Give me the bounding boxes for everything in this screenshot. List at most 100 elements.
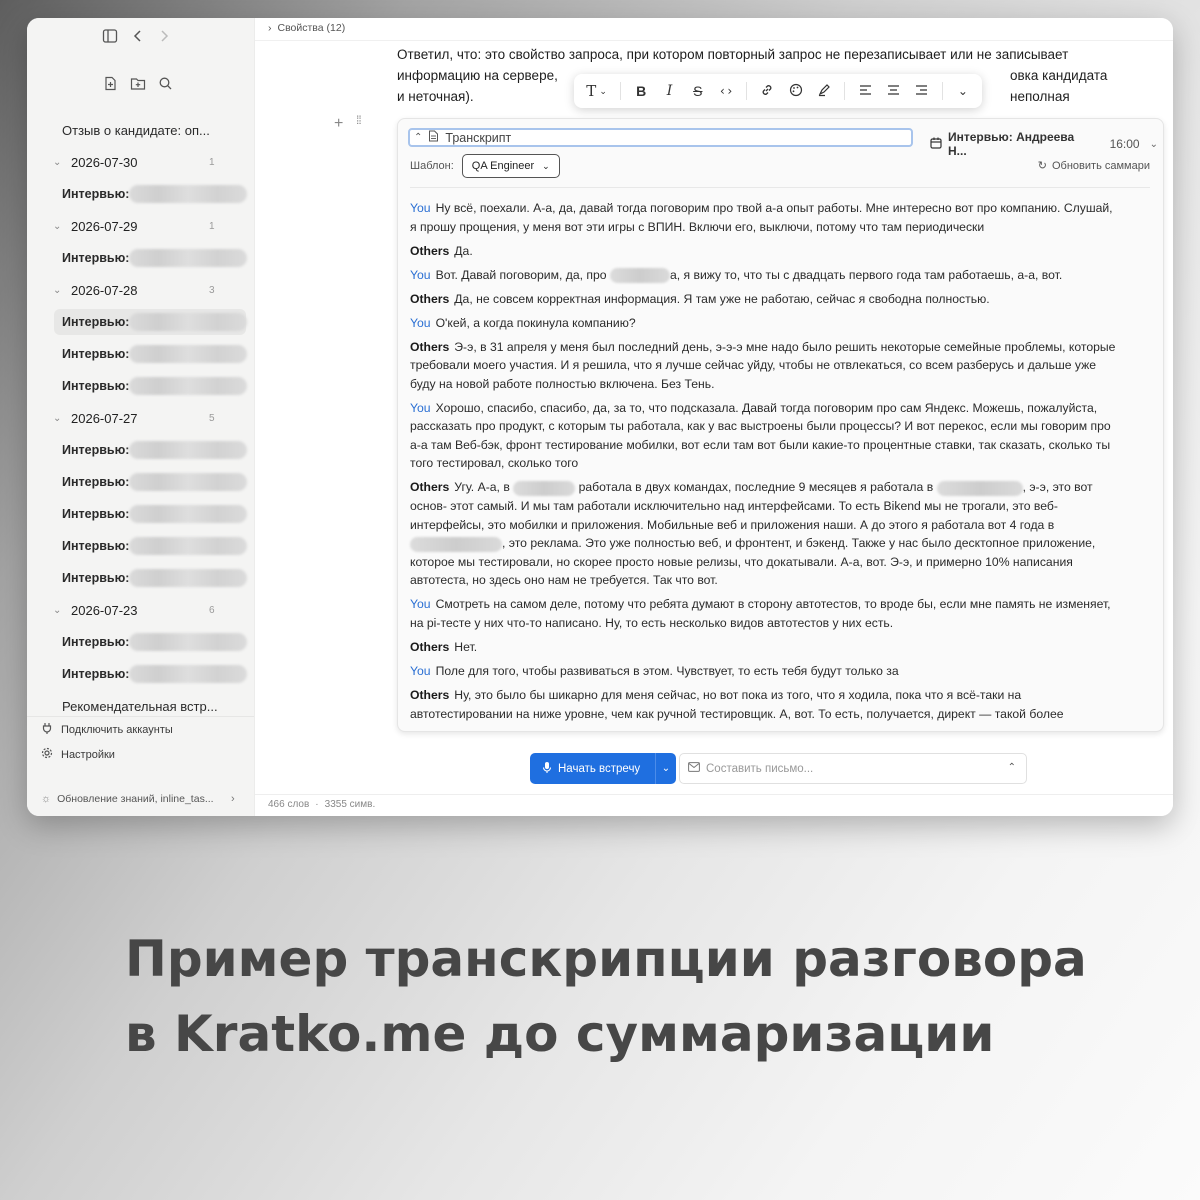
- sidebar-item-interview[interactable]: Интервью:: [27, 434, 254, 466]
- sidebar-item-interview[interactable]: Интервью:: [27, 370, 254, 402]
- sidebar-item-label: Отзыв о кандидате: оп...: [62, 122, 210, 138]
- add-block-icon[interactable]: +: [334, 115, 343, 133]
- align-right-button[interactable]: [911, 78, 933, 104]
- sidebar-item-interview-active[interactable]: Интервью:: [27, 306, 254, 338]
- redacted-name: [129, 345, 247, 363]
- message-text: Хорошо, спасибо, спасибо, да, за то, что…: [410, 400, 1111, 471]
- link-icon: [760, 83, 774, 100]
- sidebar-item-interview[interactable]: Интервью:: [27, 498, 254, 530]
- transcript-body[interactable]: You Ну всё, поехали. А-а, да, давай тогда…: [410, 199, 1122, 729]
- transcript-message: You Поле для того, чтобы развиваться в эт…: [410, 662, 1122, 681]
- meeting-time: 16:00: [1109, 137, 1140, 151]
- sidebar-date-group[interactable]: ⌄ 2026-07-28 3: [27, 274, 254, 306]
- divider: [255, 794, 1173, 795]
- code-button[interactable]: ‹›: [715, 78, 737, 104]
- transcript-title-field[interactable]: ⌃ Транскрипт: [408, 128, 913, 147]
- redacted-company: [936, 480, 1023, 496]
- drag-handle-icon[interactable]: ⁞⁞: [356, 114, 362, 126]
- sidebar-item-label: Интервью:: [62, 539, 130, 553]
- highlighter-icon: [817, 83, 831, 100]
- sidebar-item-candidate-review[interactable]: Отзыв о кандидате: оп...: [27, 114, 254, 146]
- connect-accounts-label: Подключить аккаунты: [61, 723, 173, 736]
- message-text: Да.: [454, 243, 473, 258]
- align-center-button[interactable]: [882, 78, 904, 104]
- sidebar-item-interview[interactable]: Интервью:: [27, 242, 254, 274]
- properties-toggle[interactable]: › Свойства (12): [268, 22, 345, 34]
- speaker-label: Others: [410, 243, 450, 258]
- format-toolbar: T ⌄ B I S ‹› ⌄: [574, 74, 982, 108]
- caption: Пример транскрипции разговора в Kratko.m…: [125, 922, 1125, 1072]
- speaker-label: Others: [410, 639, 450, 654]
- knowledge-update-status[interactable]: ☼ Обновление знаний, inline_tas... ›: [27, 788, 268, 810]
- sidebar-item-interview[interactable]: Интервью:: [27, 626, 254, 658]
- redacted-name: [129, 537, 247, 555]
- back-arrow-icon[interactable]: [132, 29, 144, 43]
- new-note-icon[interactable]: [103, 76, 118, 96]
- highlight-button[interactable]: [813, 78, 835, 104]
- sidebar-item-label: Интервью:: [62, 187, 130, 201]
- redacted-name: [129, 441, 247, 459]
- color-button[interactable]: [784, 78, 806, 104]
- sidebar-item-interview[interactable]: Интервью:: [27, 338, 254, 370]
- redacted-name: [129, 249, 247, 267]
- new-folder-icon[interactable]: [130, 76, 146, 96]
- sidebar-item-label: Интервью:: [62, 507, 130, 521]
- chevron-down-icon: ⌄: [53, 284, 62, 296]
- transcript-message: Others Ну, это было бы шикарно для меня с…: [410, 686, 1122, 723]
- sidebar-toggle-icon[interactable]: [102, 28, 118, 44]
- chevron-up-icon[interactable]: ⌃: [1008, 762, 1016, 773]
- link-button[interactable]: [756, 78, 778, 104]
- transcript-message: You Хорошо, спасибо, спасибо, да, за то, …: [410, 399, 1122, 473]
- gear-icon: [41, 747, 53, 762]
- sidebar-date-group[interactable]: ⌄ 2026-07-23 6: [27, 594, 254, 626]
- align-left-button[interactable]: [854, 78, 876, 104]
- message-text: Э-э, в 31 апреля у меня был последний де…: [410, 339, 1116, 391]
- connect-accounts-button[interactable]: Подключить аккаунты: [27, 717, 254, 742]
- text-style-dropdown[interactable]: T ⌄: [582, 78, 611, 104]
- status-text: Обновление знаний, inline_tas...: [57, 793, 214, 805]
- chevron-right-icon: ›: [231, 793, 235, 805]
- meeting-actions: Начать встречу ⌄ Составить письмо... ⌃: [530, 753, 1027, 785]
- sidebar-item-interview[interactable]: Интервью:: [27, 562, 254, 594]
- sidebar-date-group[interactable]: ⌄ 2026-07-30 1: [27, 146, 254, 178]
- italic-button[interactable]: I: [658, 78, 680, 104]
- sidebar-item-interview[interactable]: Интервью:: [27, 658, 254, 690]
- redacted-name: [129, 185, 247, 203]
- group-count: 1: [209, 156, 215, 168]
- settings-button[interactable]: Настройки: [27, 742, 254, 767]
- search-icon[interactable]: [158, 76, 173, 96]
- redacted-name: [129, 505, 247, 523]
- chevron-down-icon: ⌄: [599, 85, 607, 96]
- sidebar-date-group[interactable]: ⌄ 2026-07-29 1: [27, 210, 254, 242]
- start-meeting-button[interactable]: Начать встречу ⌄: [530, 753, 676, 784]
- message-text: Ну, это было бы шикарно для меня сейчас,…: [410, 687, 1064, 721]
- sidebar-item-interview[interactable]: Интервью:: [27, 178, 254, 210]
- strikethrough-icon: S: [693, 83, 703, 99]
- template-select[interactable]: QA Engineer ⌄: [461, 154, 560, 178]
- speaker-label: Others: [410, 339, 450, 354]
- sidebar-item-label: Интервью:: [62, 347, 130, 361]
- more-button[interactable]: ⌄: [952, 78, 974, 104]
- redacted-company: [513, 480, 576, 496]
- italic-icon: I: [666, 83, 673, 99]
- sidebar-date-group[interactable]: ⌄ 2026-07-27 5: [27, 402, 254, 434]
- message-text: О'кей, а когда покинула компанию?: [435, 315, 636, 330]
- start-meeting-label: Начать встречу: [558, 762, 641, 775]
- divider: [746, 82, 748, 100]
- chevron-down-icon: ⌄: [53, 604, 62, 616]
- paragraph-line: Ответил, что: это свойство запроса, при …: [397, 47, 1069, 62]
- forward-arrow-icon[interactable]: [158, 29, 170, 43]
- caption-line: Пример транскрипции разговора: [125, 930, 1087, 988]
- sidebar-item-interview[interactable]: Интервью:: [27, 530, 254, 562]
- compose-email-field[interactable]: Составить письмо... ⌃: [679, 753, 1027, 784]
- chevron-down-icon: ⌄: [53, 156, 62, 168]
- strikethrough-button[interactable]: S: [687, 78, 709, 104]
- bold-button[interactable]: B: [630, 78, 652, 104]
- divider: [620, 82, 622, 100]
- chevron-down-icon[interactable]: ⌄: [655, 753, 676, 784]
- refresh-summary-button[interactable]: ↻ Обновить саммари: [1038, 159, 1150, 173]
- sidebar-item-interview[interactable]: Интервью:: [27, 466, 254, 498]
- text-style-icon: T: [586, 82, 597, 100]
- message-text: , это реклама. Это уже полностью веб, и …: [410, 536, 1096, 588]
- chevron-up-icon[interactable]: ⌃: [414, 132, 422, 143]
